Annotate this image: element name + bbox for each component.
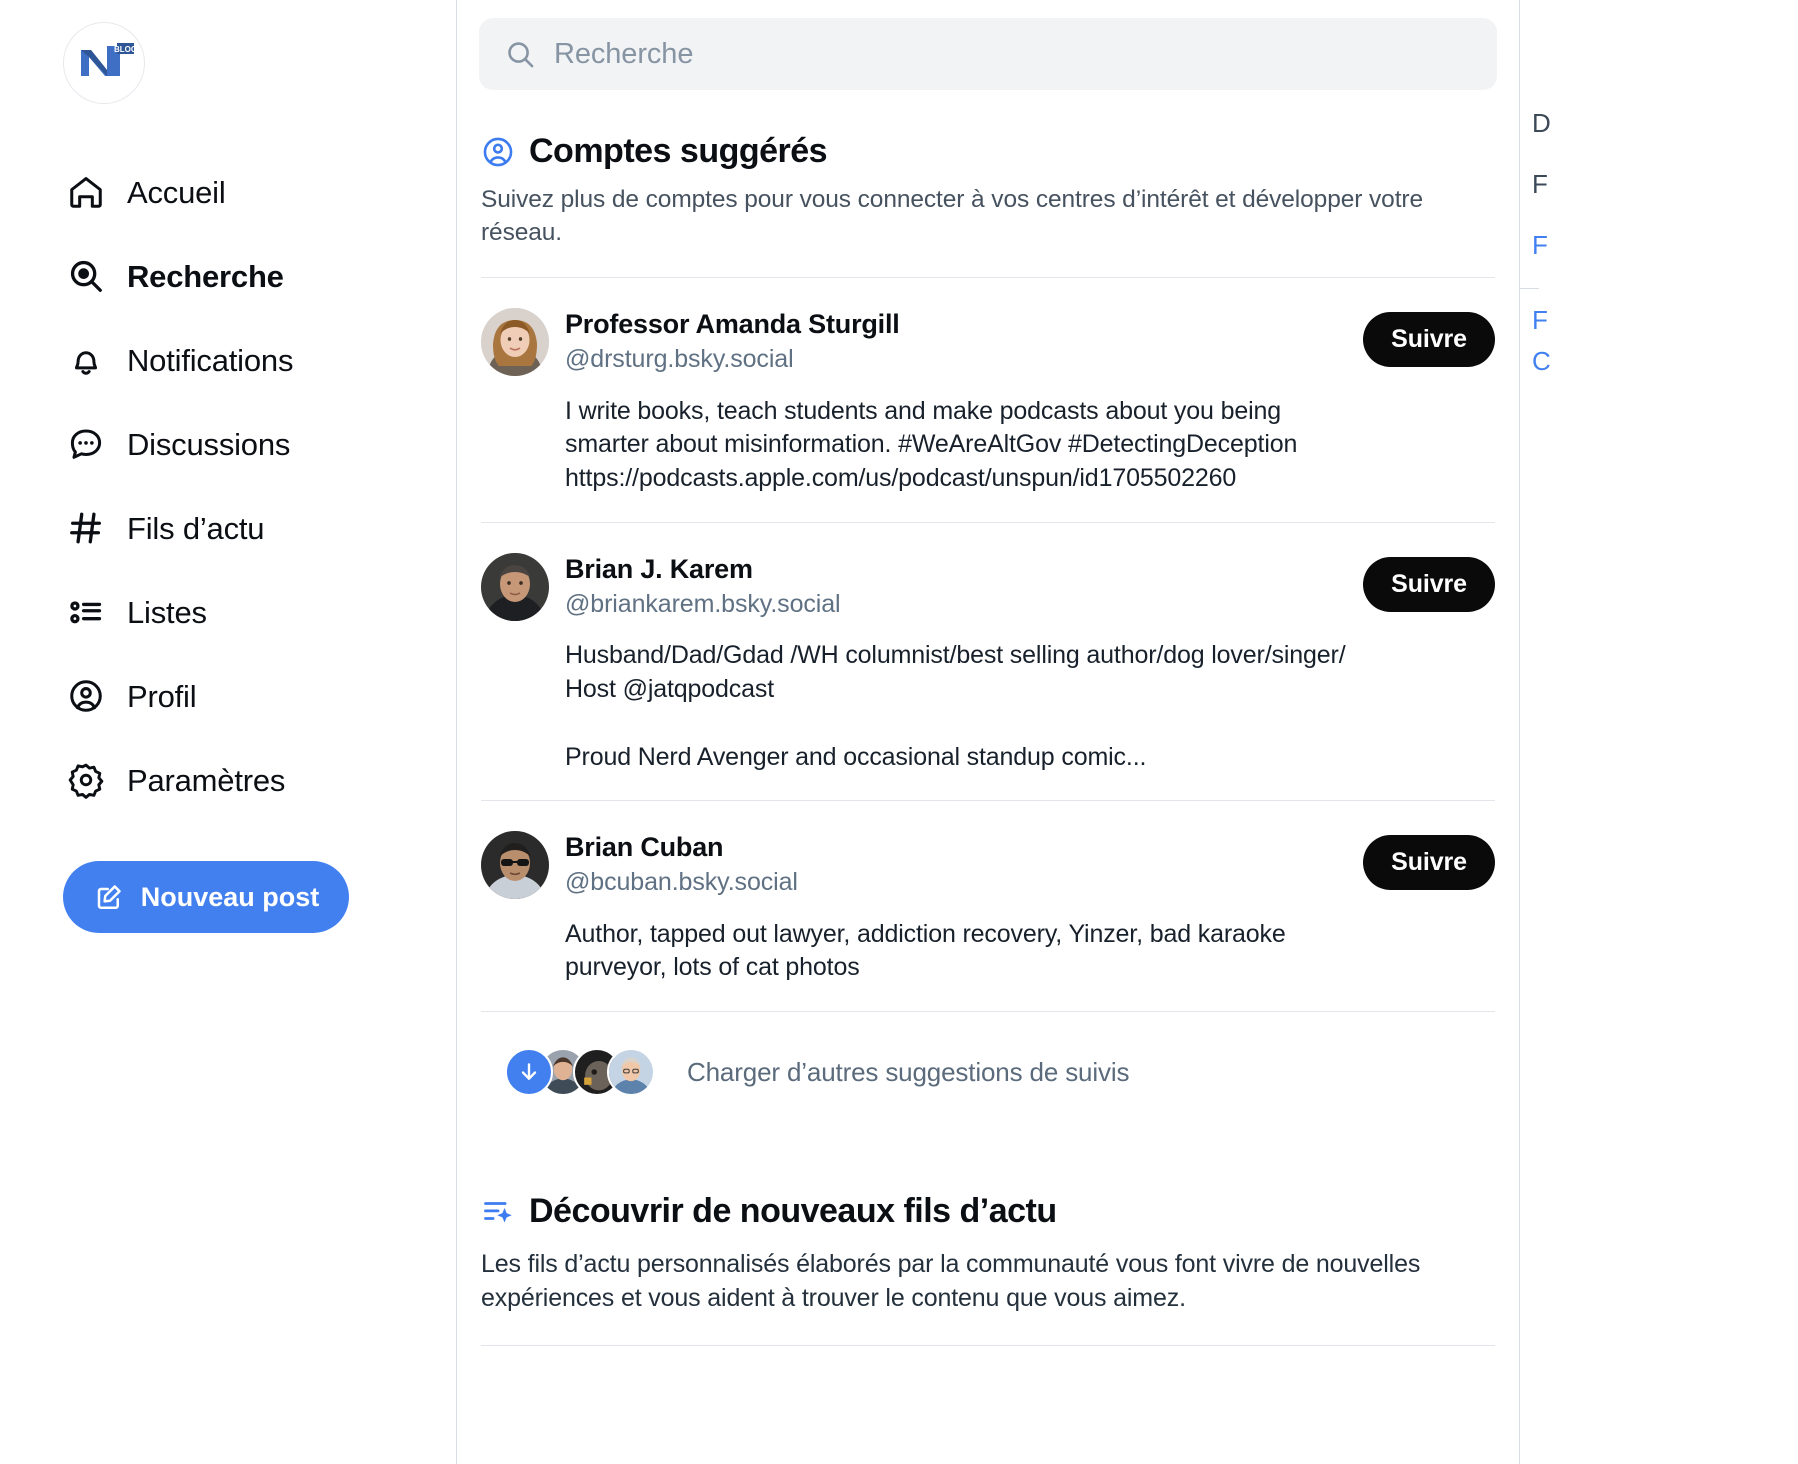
suggested-accounts-header: Comptes suggérés Suivez plus de comptes …	[481, 90, 1495, 279]
person-circle-icon	[481, 135, 515, 169]
account-name: Brian Cuban	[565, 832, 724, 863]
rail-group: F C	[1532, 305, 1798, 377]
search-input[interactable]	[554, 37, 1471, 71]
sidebar-item-label: Recherche	[127, 258, 284, 294]
sidebar-item-label: Paramètres	[127, 762, 286, 798]
discover-feeds-section: Découvrir de nouveaux fils d’actu Les fi…	[481, 1136, 1495, 1347]
search-box[interactable]	[479, 18, 1497, 90]
user-circle-icon	[65, 675, 107, 717]
sidebar-item-label: Discussions	[127, 426, 291, 462]
avatar[interactable]	[481, 308, 549, 377]
rail-line[interactable]: F	[1532, 169, 1798, 200]
feed-sparkle-icon	[481, 1195, 515, 1229]
new-post-label: Nouveau post	[140, 881, 320, 912]
avatar[interactable]	[481, 552, 549, 621]
rail-line[interactable]: D	[1532, 108, 1798, 139]
sidebar-item-recherche[interactable]: Recherche	[62, 234, 456, 318]
account-handle: @bcuban.bsky.social	[565, 868, 798, 897]
search-icon	[505, 39, 536, 70]
left-sidebar: BLOG Accueil Recherche Notifications Dis…	[0, 0, 457, 1464]
load-more-label: Charger d’autres suggestions de suivis	[687, 1056, 1130, 1087]
sidebar-item-fils-dactu[interactable]: Fils d’actu	[62, 486, 456, 570]
list-icon	[65, 591, 107, 633]
stack-avatar	[607, 1048, 655, 1097]
suggested-accounts-title: Comptes suggérés	[529, 132, 828, 170]
account-bio: Husband/Dad/Gdad /WH columnist/best sell…	[565, 641, 1346, 771]
sidebar-nav: Accueil Recherche Notifications Discussi…	[62, 150, 456, 822]
sidebar-item-accueil[interactable]: Accueil	[62, 150, 456, 234]
sidebar-item-label: Notifications	[127, 342, 294, 378]
gear-icon	[65, 759, 107, 801]
suggested-accounts-description: Suivez plus de comptes pour vous connect…	[481, 186, 1423, 246]
suggested-account-row[interactable]: Brian Cuban @bcuban.bsky.social Author, …	[481, 801, 1495, 1013]
rail-link[interactable]: F	[1532, 230, 1798, 261]
center-column: Comptes suggérés Suivez plus de comptes …	[457, 0, 1520, 1464]
account-name: Professor Amanda Sturgill	[565, 309, 900, 340]
hashtag-icon	[65, 507, 107, 549]
sidebar-item-listes[interactable]: Listes	[62, 570, 456, 654]
suggested-account-row[interactable]: Professor Amanda Sturgill @drsturg.bsky.…	[481, 278, 1495, 523]
arrow-down-icon	[505, 1048, 553, 1097]
app-root: BLOG Accueil Recherche Notifications Dis…	[0, 0, 1798, 1464]
follow-button[interactable]: Suivre	[1363, 312, 1495, 368]
account-bio: Author, tapped out lawyer, addiction rec…	[565, 919, 1293, 982]
home-icon	[65, 171, 107, 213]
account-handle: @briankarem.bsky.social	[565, 589, 841, 618]
sidebar-item-parametres[interactable]: Paramètres	[62, 738, 456, 822]
rail-divider	[1520, 288, 1539, 289]
sidebar-item-label: Listes	[127, 594, 207, 630]
discover-feeds-title: Découvrir de nouveaux fils d’actu	[529, 1192, 1057, 1231]
avatar[interactable]	[481, 831, 549, 900]
sidebar-item-profil[interactable]: Profil	[62, 654, 456, 738]
right-rail: D F F F C	[1520, 0, 1798, 1464]
follow-button[interactable]: Suivre	[1363, 835, 1495, 891]
rail-link[interactable]: F	[1532, 305, 1798, 336]
follow-button[interactable]: Suivre	[1363, 556, 1495, 612]
search-icon	[65, 255, 107, 297]
account-bio: I write books, teach students and make p…	[565, 396, 1305, 493]
discover-feeds-description: Les fils d’actu personnalisés élaborés p…	[481, 1250, 1421, 1313]
suggested-account-row[interactable]: Brian J. Karem @briankarem.bsky.social H…	[481, 523, 1495, 802]
sidebar-item-discussions[interactable]: Discussions	[62, 402, 456, 486]
sidebar-item-label: Accueil	[127, 174, 226, 210]
suggested-accounts-section: Comptes suggérés Suivez plus de comptes …	[457, 90, 1519, 1347]
sidebar-item-notifications[interactable]: Notifications	[62, 318, 456, 402]
sidebar-item-label: Fils d’actu	[127, 510, 265, 546]
new-post-button[interactable]: Nouveau post	[63, 861, 349, 933]
chat-bubble-icon	[65, 423, 107, 465]
avatar-stack	[505, 1048, 655, 1097]
account-name: Brian J. Karem	[565, 553, 753, 584]
brand-logo[interactable]: BLOG	[63, 22, 145, 104]
search-bar-container	[457, 0, 1519, 90]
sidebar-item-label: Profil	[127, 678, 197, 714]
load-more-suggestions-button[interactable]: Charger d’autres suggestions de suivis	[481, 1012, 1495, 1136]
compose-pencil-icon	[93, 881, 125, 913]
svg-text:BLOG: BLOG	[114, 45, 137, 54]
rail-link[interactable]: C	[1532, 346, 1798, 377]
account-handle: @drsturg.bsky.social	[565, 345, 794, 374]
bell-icon	[65, 339, 107, 381]
